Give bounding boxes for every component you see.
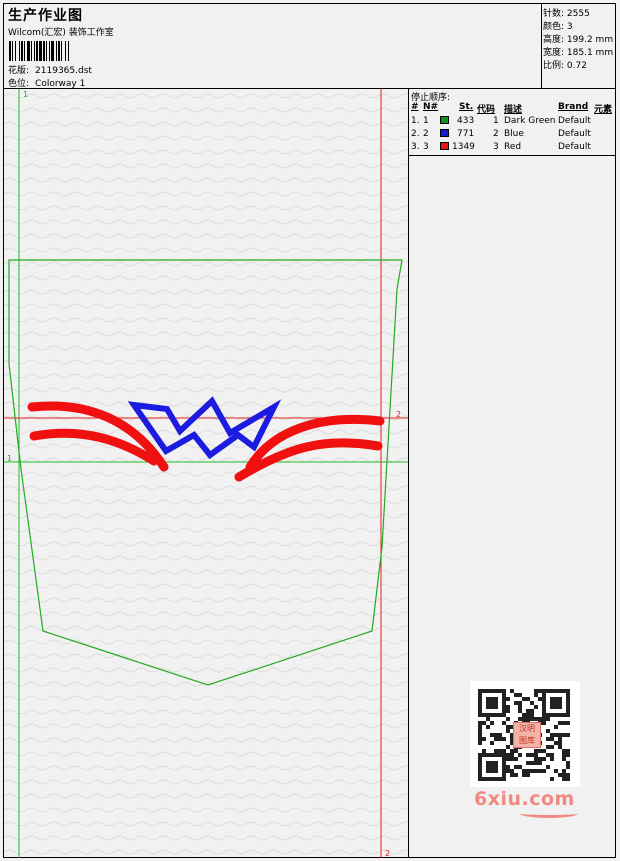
design-file-label: 花版: xyxy=(8,66,30,76)
guide-red-h-label: 2 xyxy=(396,410,401,419)
stat-scale: 比例: 0.72 xyxy=(543,61,587,71)
page-title: 生产作业图 xyxy=(8,8,83,24)
col-header-brand: Brand xyxy=(558,102,589,112)
header-info: 生产作业图 Wilcom(汇宏) 装饰工作室 花版: 2119365.dst 色位… xyxy=(4,4,541,89)
fabric-texture xyxy=(4,89,408,858)
col-header-description: 描述 xyxy=(504,105,523,115)
design-divider xyxy=(408,89,409,858)
brand-watermark: 6xiu.com xyxy=(474,788,575,810)
brand-swoosh-icon xyxy=(520,809,578,818)
stat-stitches: 针数: 2555 xyxy=(543,9,590,19)
stat-colors: 颜色: 3 xyxy=(543,22,573,32)
col-header-index: # xyxy=(411,102,419,112)
stamp-logo: 汉明 图库 xyxy=(513,722,541,748)
col-header-code: 代码 xyxy=(477,105,496,115)
studio-name: Wilcom(汇宏) 装饰工作室 xyxy=(8,28,114,38)
stop-sequence-panel: 停止顺序: # N# St. 代码 描述 Brand 元素 1. 1 433 1… xyxy=(409,89,616,155)
stats-panel: 针数: 2555 颜色: 3 高度: 199.2 mm 宽度: 185.1 mm… xyxy=(542,4,616,88)
guide-green-v-label: 1 xyxy=(23,90,28,99)
thread-swatch-blue xyxy=(440,129,449,137)
guide-green-h-label: 1 xyxy=(7,454,12,463)
guide-red-v-label: 2 xyxy=(385,849,390,858)
barcode xyxy=(9,41,145,61)
col-header-element: 元素 xyxy=(594,105,613,115)
stat-height: 高度: 199.2 mm xyxy=(543,35,614,45)
thread-swatch-red xyxy=(440,142,449,150)
col-header-needle: N# xyxy=(423,102,439,112)
design-file-value: 2119365.dst xyxy=(35,66,92,76)
stop-sequence-rule xyxy=(409,155,616,156)
design-canvas[interactable]: 1 1 2 2 xyxy=(4,89,408,858)
col-header-stitches: St. xyxy=(459,102,474,112)
thread-swatch-green xyxy=(440,116,449,124)
stat-width: 宽度: 185.1 mm xyxy=(543,48,614,58)
design-file-line: 花版: 2119365.dst xyxy=(8,63,92,76)
